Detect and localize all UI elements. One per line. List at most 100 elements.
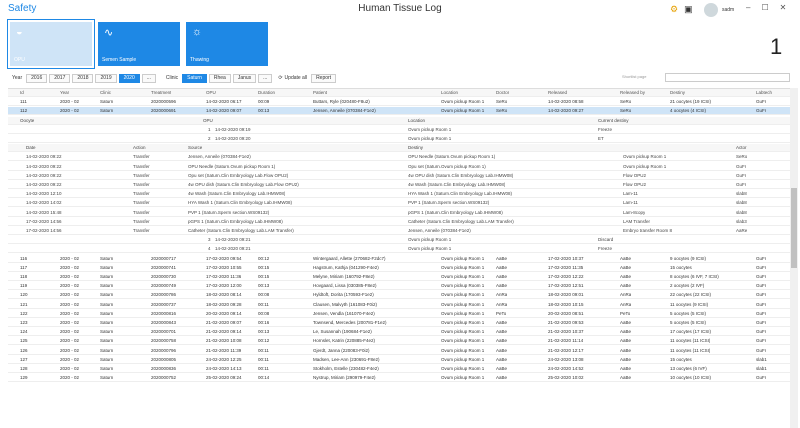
cell: Ovum pickup Room 1 bbox=[408, 136, 452, 141]
tile-opu[interactable]: ◒ OPU bbox=[8, 20, 94, 68]
refresh-icon[interactable]: ⟳ bbox=[278, 75, 282, 81]
year-button[interactable]: 2017 bbox=[49, 73, 71, 83]
cell: Saturn bbox=[100, 338, 114, 344]
transfer-row[interactable]: 14-02-2020 14:02 Transfer HYA Wash 1 (Satu… bbox=[8, 199, 792, 208]
shortlist-field[interactable]: Shortlist page bbox=[620, 73, 660, 82]
grid-header[interactable]: Id Year Clinic Treatment OPU Duration Patient L… bbox=[8, 89, 792, 97]
year-more-button[interactable]: ... bbox=[141, 73, 156, 83]
year-button[interactable]: 2018 bbox=[72, 73, 94, 83]
settings-icon[interactable]: ⚙ bbox=[670, 4, 678, 14]
maximize-icon[interactable]: ☐ bbox=[761, 3, 768, 12]
transfer-row[interactable]: 14-02-2020 12:10 Transfer 4w Wash (Saturn.… bbox=[8, 190, 792, 199]
table-row[interactable]: 126 2020 - 02 Saturn 2020000796 21-02-2020 1… bbox=[8, 347, 792, 355]
cell: Ovum pickup Room 1 bbox=[623, 154, 667, 160]
transfer-row[interactable]: 17-02-2020 14:56 Transfer pGPS 1 (Saturn.C… bbox=[8, 218, 792, 226]
cell: Opu set (Saturn.Ovum pickup Room 1) bbox=[408, 163, 486, 169]
app-name[interactable]: Safety bbox=[8, 3, 36, 14]
table-row[interactable]: 117 2020 - 02 Saturn 2020000741 17-02-2020 1… bbox=[8, 264, 792, 272]
cell: Buttars, Ryle (020480-F8u2) bbox=[313, 99, 370, 105]
table-row[interactable]: 111 2020 - 02 Saturn 2020000596 14-02-2020 0… bbox=[8, 98, 792, 107]
year-button[interactable]: 2016 bbox=[26, 73, 48, 83]
cell: Oocyte bbox=[20, 117, 35, 123]
table-row[interactable]: 120 2020 - 02 Saturn 2020000786 18-02-2020 0… bbox=[8, 291, 792, 300]
oocyte-row[interactable]: 4 14-02-2020 09:21 Ovum pickup Room 1 Freez… bbox=[8, 245, 792, 254]
cell: AaBe bbox=[620, 375, 632, 381]
cell: Lam-11 bbox=[623, 191, 638, 197]
transfer-row[interactable]: 14-02-2020 09:22 Transfer Jensen, Anneile … bbox=[8, 153, 792, 162]
clinic-button[interactable]: Janus bbox=[232, 73, 257, 83]
cell: Source bbox=[188, 145, 203, 151]
transfer-row[interactable]: 14-02-2020 15:48 Transfer PVP 1 (Saturn.Sp… bbox=[8, 209, 792, 217]
cell: 21-02-2020 09:53 bbox=[548, 320, 584, 325]
table-row[interactable]: 127 2020 - 02 Saturn 2020000805 24-02-2020 1… bbox=[8, 356, 792, 364]
cell: AaBe bbox=[496, 320, 508, 325]
cell: 00:13 bbox=[258, 283, 270, 289]
cell: 2020000816 bbox=[151, 310, 177, 316]
app-window: Safety Human Tissue Log ⚙ ▣ sadm – ☐ ✕ ◒… bbox=[0, 0, 800, 428]
report-button[interactable]: Report bbox=[311, 73, 337, 83]
user-menu[interactable]: sadm bbox=[704, 3, 734, 17]
table-row[interactable]: 124 2020 - 02 Saturn 2020000701 21-02-2020 0… bbox=[8, 328, 792, 337]
cell: 14-02-2020 09:19 bbox=[215, 126, 251, 132]
cell: Hovgaard, Lissa (030385-F8e2) bbox=[313, 283, 377, 289]
cell: Wintergaard, Allette (270682-F2dc7) bbox=[313, 255, 386, 261]
transfer-row[interactable]: 14-02-2020 09:22 Transfer OPU Needle (Satu… bbox=[8, 163, 792, 171]
year-button[interactable]: 2019 bbox=[95, 73, 117, 83]
clinic-button-selected[interactable]: Saturn bbox=[182, 73, 207, 83]
cell: Year bbox=[60, 90, 70, 95]
cell: 2020000737 bbox=[151, 301, 177, 307]
cell: Hornslet, Katrin (220885-F4e2) bbox=[313, 338, 376, 344]
cell: Released by bbox=[620, 90, 646, 95]
cell: AaBe bbox=[620, 366, 632, 371]
cell: Ovum pickup Room 1 bbox=[441, 310, 485, 316]
cell: Discard bbox=[598, 237, 614, 243]
cell: AaBe bbox=[620, 264, 632, 270]
year-button-selected[interactable]: 2020 bbox=[118, 73, 140, 83]
archive-icon[interactable]: ▣ bbox=[684, 4, 693, 14]
vertical-scrollbar[interactable] bbox=[790, 88, 798, 428]
clinic-more-button[interactable]: ... bbox=[258, 73, 273, 83]
table-row[interactable]: 121 2020 - 02 Saturn 2020000737 18-02-2020 0… bbox=[8, 301, 792, 309]
cell: 14-02-2020 09:20 bbox=[215, 136, 251, 141]
tile-semen-sample[interactable]: ∿ Semen Sample bbox=[98, 22, 180, 66]
transfer-row[interactable]: 14-02-2020 09:22 Transfer 4w OPU dish (Sat… bbox=[8, 181, 792, 189]
transfer-row[interactable]: 14-02-2020 09:22 Transfer Opu set (Saturn.… bbox=[8, 172, 792, 180]
clinic-button[interactable]: Rhea bbox=[208, 73, 231, 83]
minimize-icon[interactable]: – bbox=[746, 3, 750, 12]
table-row[interactable]: 125 2020 - 02 Saturn 2020000758 21-02-2020 1… bbox=[8, 337, 792, 346]
table-row[interactable]: 123 2020 - 02 Saturn 2020000843 21-02-2020 0… bbox=[8, 319, 792, 327]
transfer-header[interactable]: Date Action Source Destiny Actor bbox=[8, 144, 792, 153]
cell: Saturn bbox=[100, 347, 114, 353]
cell: Hagstrum, Kathja (041290-F4e2) bbox=[313, 264, 379, 270]
table-row[interactable]: 119 2020 - 02 Saturn 2020000749 17-02-2020 1… bbox=[8, 282, 792, 291]
close-icon[interactable]: ✕ bbox=[780, 3, 787, 12]
table-row[interactable]: 129 2020 - 02 Saturn 2020000752 25-02-2020 0… bbox=[8, 374, 792, 383]
cell: AaBe bbox=[620, 329, 632, 335]
cell: 21-02-2020 09:07 bbox=[206, 320, 242, 325]
oocyte-header[interactable]: Oocyte OPU Location Current destiny bbox=[8, 116, 792, 125]
cell: 2020000758 bbox=[151, 338, 177, 344]
tile-thawing[interactable]: ☼ Thawing bbox=[186, 22, 268, 66]
table-row[interactable]: 112 2020 - 02 Saturn 2020000691 14-02-2020 0… bbox=[8, 107, 792, 116]
cell: Ovum pickup Room 1 bbox=[441, 292, 485, 298]
tile-label: OPU bbox=[14, 57, 25, 63]
oocyte-row[interactable]: 2 14-02-2020 09:20 Ovum pickup Room 1 ET bbox=[8, 135, 792, 143]
cell: 2020 - 02 bbox=[60, 310, 80, 316]
search-input[interactable] bbox=[665, 73, 790, 82]
cell: 17-02-2020 12:00 bbox=[206, 283, 242, 289]
cell: AaBe bbox=[496, 338, 508, 344]
cell: 21-02-2020 11:14 bbox=[548, 338, 584, 344]
table-row[interactable]: 128 2020 - 02 Saturn 2020000836 24-02-2020 1… bbox=[8, 365, 792, 373]
cell: HYA Wash 1 (Saturn.Clin Embryology Lab.I… bbox=[408, 191, 513, 197]
oocyte-row[interactable]: 3 14-02-2020 09:21 Ovum pickup Room 1 Disca… bbox=[8, 236, 792, 245]
update-all-button[interactable]: Update all bbox=[285, 75, 308, 81]
cell: SeRo bbox=[736, 154, 748, 160]
cell: 14-02-2020 09:27 bbox=[548, 108, 584, 114]
oocyte-row[interactable]: 1 14-02-2020 09:19 Ovum pickup Room 1 Freez… bbox=[8, 126, 792, 134]
table-row[interactable]: 118 2020 - 02 Saturn 2020000730 17-02-2020 1… bbox=[8, 273, 792, 281]
transfer-row[interactable]: 17-02-2020 14:56 Transfer Catheter (Saturn… bbox=[8, 227, 792, 235]
table-row[interactable]: 122 2020 - 02 Saturn 2020000816 20-02-2020 0… bbox=[8, 310, 792, 318]
cell: Ovum pickup Room 1 bbox=[441, 329, 485, 335]
table-row[interactable]: 116 2020 - 02 Saturn 2020000717 17-02-2020 0… bbox=[8, 255, 792, 263]
scroll-thumb[interactable] bbox=[791, 188, 797, 268]
